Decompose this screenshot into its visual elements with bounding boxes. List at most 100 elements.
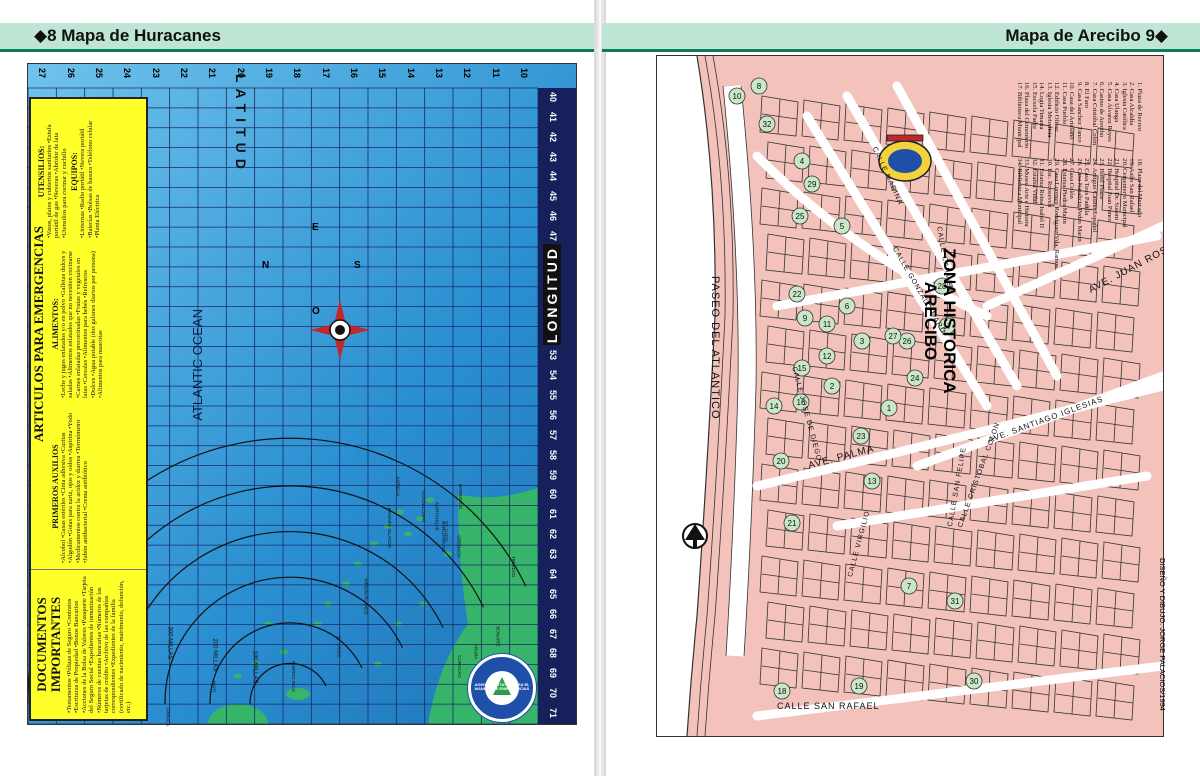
site-marker-number: 23 [857, 432, 866, 441]
longitude-tick: 61 [548, 509, 559, 520]
place-label: PUERTO RICO [291, 660, 297, 693]
alimentos-section: ALIMENTOS: •Leche y jugos enlatados y/o … [31, 244, 146, 404]
range-ring-label: 300 MILLAS [166, 626, 173, 660]
site-marker-number: 12 [823, 352, 832, 361]
legend-item: 16. Plaza del Cementerio [1023, 82, 1031, 149]
longitude-tick: 62 [548, 529, 559, 540]
site-marker-number: 14 [770, 402, 779, 411]
credit-text: DISEÑO Y DIBUJO: JORGE PALACIOS/1994 [1158, 558, 1167, 711]
place-label: BONAIRE [495, 626, 501, 647]
site-marker-number: 6 [845, 302, 850, 311]
site-marker: 20 [772, 452, 790, 470]
site-marker-number: 15 [798, 364, 807, 373]
place-label: HAITI [211, 680, 217, 693]
longitude-tick: 67 [548, 628, 559, 639]
latitude-tick: 17 [320, 67, 331, 78]
legend-column-1: 1. Plaza de Recreo 2. Casa Alcaldía 3. Igl… [1016, 82, 1143, 149]
site-marker-number: 21 [788, 519, 797, 528]
site-marker: 31 [946, 592, 964, 610]
latitude-tick: 21 [207, 67, 218, 78]
longitude-tick: 64 [548, 568, 559, 579]
range-ring-label: 200 MILLAS [211, 638, 218, 672]
legend-item: 7. Casa Cristóbal Colón [1091, 82, 1098, 146]
site-marker: 32 [758, 115, 776, 133]
street-label: CALLE SAN RAFAEL [777, 701, 880, 711]
documentos-title: DOCUMENTOS IMPORTANTES [34, 596, 63, 693]
primeros-auxilios-body: •Alcohol •Gasas estériles •Cinta adhesiv… [60, 412, 90, 563]
site-marker-number: 32 [763, 120, 772, 129]
longitude-tick: 65 [548, 588, 559, 599]
street-label: PASEO DEL ATLANTICO [709, 276, 721, 420]
site-marker: 2 [823, 377, 841, 395]
site-marker-number: 8 [757, 82, 762, 91]
site-marker-number: 4 [800, 157, 805, 166]
latitude-tick: 27 [37, 67, 48, 78]
longitude-tick: 59 [548, 469, 559, 480]
longitude-tick: 53 [548, 350, 559, 361]
legend-item: 15. Escuela Padre [1031, 82, 1038, 130]
longitude-tick: 71 [548, 708, 559, 719]
site-marker-number: 11 [823, 320, 832, 329]
site-marker: 9 [796, 309, 814, 327]
site-marker: 5 [833, 217, 851, 235]
longitude-tick: 60 [548, 489, 559, 500]
place-label: ANTIGUA [395, 476, 401, 497]
longitude-tick: 45 [548, 191, 559, 202]
site-marker-number: 22 [793, 290, 802, 299]
longitude-tick: 69 [548, 668, 559, 679]
latitude-tick: 12 [462, 67, 473, 78]
place-label: ST. LUCIA [444, 520, 450, 543]
emergency-items-box: DOCUMENTOS IMPORTANTES •Testamentos •Pól… [29, 97, 148, 721]
legend-item: 32. Estatua Vidal [1031, 158, 1038, 204]
site-marker-number: 9 [803, 314, 808, 323]
legend-item: 20. Cementerio Municipal [1121, 158, 1128, 228]
legend-item: 12. Edificio Oliver [1053, 82, 1061, 132]
site-marker: 30 [965, 672, 983, 690]
longitude-tick: 47 [548, 231, 559, 242]
site-marker: 23 [852, 427, 870, 445]
site-marker: 22 [788, 285, 806, 303]
right-page-header: Mapa de Arecibo 9◆ [1005, 26, 1168, 45]
north-arrow [682, 523, 708, 549]
site-marker: 7 [900, 577, 918, 595]
agency-logo: AGENCIA ESTATAL PARA EL MANEJO DE EMERGE… [468, 654, 536, 722]
agency-logo-text: AGENCIA ESTATAL PARA EL MANEJO DE EMERGE… [474, 682, 530, 691]
legend-item: 23. Hotel Plaza [1098, 158, 1106, 199]
place-label: ARUBA [473, 643, 479, 660]
place-label: BARBADOS [458, 483, 464, 510]
documentos-section: DOCUMENTOS IMPORTANTES •Testamentos •Pól… [31, 569, 146, 719]
range-ring-label: 100 MILLAS [251, 650, 258, 684]
compass-north: N [262, 260, 270, 271]
place-label: JAMAICA [165, 706, 171, 727]
site-marker-number: 3 [860, 337, 865, 346]
design-credit: DISEÑO Y DIBUJO: JORGE PALACIOS/1994 [1155, 558, 1167, 748]
place-label: ST. CROIX [336, 635, 342, 658]
legend-item: 17. Biblioteca Municipal [1016, 82, 1023, 148]
compass-south: S [354, 260, 361, 271]
longitude-tick: 42 [548, 131, 559, 142]
latitude-label: LATITUD [233, 74, 249, 175]
site-marker: 14 [765, 397, 783, 415]
legend-item: 28. Estatua Piedra Marín [1061, 158, 1068, 224]
site-marker: 19 [850, 677, 868, 695]
site-marker: 4 [793, 152, 811, 170]
legend-item: 9. Casa Sánchez Tanco [1076, 82, 1083, 143]
legend-item: 22. Hospital Juan Ponce [1106, 158, 1113, 223]
site-marker: 26 [898, 332, 916, 350]
compass-east: E [312, 222, 319, 233]
site-marker: 21 [783, 514, 801, 532]
legend-item: 34. Biblioteca Municipal [1016, 158, 1023, 225]
latitude-tick: 16 [348, 67, 359, 78]
legend-column-2: 18. Plaza del Mercado 19. Asilo San Rafae… [1016, 158, 1143, 268]
legend-item: 1. Plaza de Recreo [1136, 82, 1143, 132]
legend-item: 21. Hospital Dr. Susoni [1113, 158, 1121, 221]
site-marker: 8 [750, 77, 768, 95]
latitude-tick: 15 [377, 67, 388, 78]
legend-item: 19. Asilo San Rafael [1128, 158, 1136, 213]
latitude-tick: 22 [178, 67, 189, 78]
latitude-tick: 24 [122, 67, 133, 78]
compass-west: O [312, 306, 320, 317]
site-marker-number: 2 [830, 382, 835, 391]
longitude-tick: 68 [548, 648, 559, 659]
legend-item: 25. Casa Tous Padilla [1083, 158, 1091, 216]
